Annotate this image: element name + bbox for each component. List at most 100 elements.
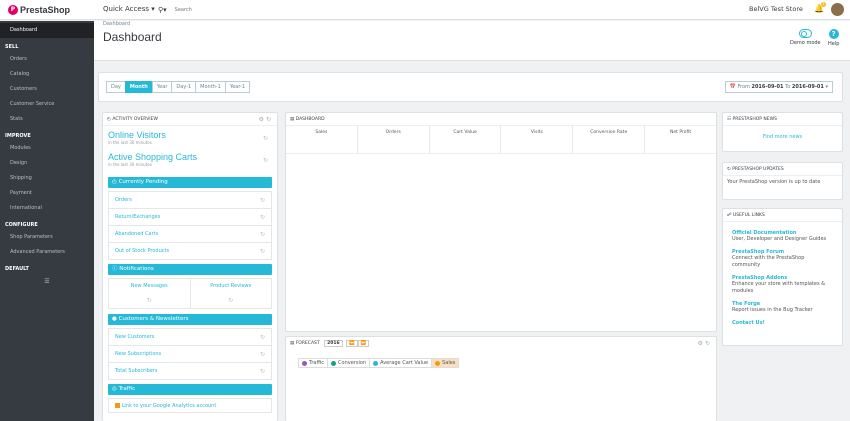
currently-pending-header: ◴ Currently Pending (108, 177, 272, 188)
help-label: Help (828, 41, 840, 47)
sidebar-item-design[interactable]: Design (0, 156, 94, 171)
help-button[interactable]: ? Help (828, 29, 839, 47)
sidebar-item-orders[interactable]: Orders (0, 52, 94, 67)
legend-sales[interactable]: Sales (431, 358, 460, 368)
chart-icon: ▤ (290, 117, 295, 122)
employee-avatar[interactable] (831, 3, 844, 16)
date-range-picker[interactable]: 📅 From 2016-09-01 To 2016-09-01 ▾ (724, 81, 833, 93)
prestashop-addons-desc: Enhance your store with templates & modu… (732, 281, 826, 294)
active-carts-block: Active Shopping Carts in the last 30 min… (108, 152, 272, 177)
sidebar-item-modules[interactable]: Modules (0, 141, 94, 156)
updates-panel-header: ↻ PrestaShop Updates (723, 163, 842, 176)
pending-returns-row[interactable]: Return/Exchanges ↻ (108, 209, 272, 226)
refresh-icon: ↻ (146, 297, 152, 304)
active-carts-note: in the last 30 minutes (108, 162, 152, 167)
sidebar-item-advanced-parameters[interactable]: Advanced Parameters (0, 245, 94, 260)
logo-icon: P (8, 5, 18, 15)
globe-icon: ◎ (112, 386, 117, 392)
rss-icon: ☷ (727, 117, 732, 122)
search-icon[interactable]: ⚲▾ (158, 6, 167, 14)
dashboard-activity-panel: ▤ Dashboard Sales Orders Cart Value Visi… (285, 112, 717, 332)
sidebar-section-sell: SELL (5, 44, 19, 50)
tab-sales[interactable]: Sales (286, 126, 358, 153)
tab-conversion-rate[interactable]: Conversion Rate (573, 126, 646, 153)
period-day-1-button[interactable]: Day-1 (171, 81, 197, 93)
prestashop-logo[interactable]: P PrestaShop (8, 4, 70, 16)
sidebar-item-customer-service[interactable]: Customer Service (0, 97, 94, 112)
updates-status-text: Your PrestaShop version is up to date (727, 179, 821, 185)
sidebar-nav: Dashboard SELL Orders Catalog Customers … (0, 21, 94, 421)
caret-down-icon: ▾ (151, 5, 155, 13)
legend-conversion-label: Conversion (338, 360, 367, 366)
quick-access-label: Quick Access (103, 5, 149, 13)
period-day-button[interactable]: Day (106, 81, 126, 93)
previous-year-button[interactable]: ⏪ (346, 340, 358, 347)
collapse-menu-icon[interactable]: ☰ (0, 278, 94, 285)
sidebar-item-stats[interactable]: Stats (0, 112, 94, 127)
demo-mode-button[interactable]: Demo mode (790, 29, 821, 46)
sidebar-item-payment[interactable]: Payment (0, 186, 94, 201)
info-icon: ⓘ (112, 266, 118, 272)
product-reviews-label: Product Reviews (210, 283, 252, 289)
pending-orders-row[interactable]: Orders ↻ (108, 192, 272, 209)
legend-conversion[interactable]: Conversion (327, 358, 371, 368)
sidebar-item-international[interactable]: International (0, 201, 94, 216)
quick-access-dropdown[interactable]: Quick Access ▾ (103, 5, 155, 13)
panel-tools[interactable]: ⚙↻ (698, 337, 712, 350)
product-reviews-cell[interactable]: Product Reviews ↻ (191, 279, 272, 308)
period-year-button[interactable]: Year (151, 81, 173, 93)
useful-link-item: PrestaShop Forum Connect with the Presta… (732, 249, 833, 269)
notifications-header: ⓘ Notifications (108, 264, 272, 275)
activity-overview-panel: ◴ Activity overview ⚙↻ Online Visitors i… (102, 112, 278, 421)
new-subscriptions-row[interactable]: New Subscriptions ↻ (108, 346, 272, 363)
legend-traffic[interactable]: Traffic (298, 358, 329, 368)
google-analytics-link[interactable]: Link to your Google Analytics account (108, 398, 272, 413)
chart-icon: ▤ (290, 341, 295, 346)
page-title: Dashboard (103, 30, 162, 44)
new-customers-row[interactable]: New Customers ↻ (108, 329, 272, 346)
period-month-button[interactable]: Month (124, 81, 153, 93)
notification-badge: 1 (821, 2, 826, 7)
forecast-panel-header: ▤ Forecast 2016 ⏪ ⏩ ⚙↻ (286, 337, 716, 350)
dashboard-panel-title: Dashboard (295, 117, 325, 122)
panel-tools[interactable]: ⚙↻ (259, 113, 273, 126)
tab-net-profit[interactable]: Net Profit (645, 126, 716, 153)
abandoned-carts-row[interactable]: Abandoned Carts ↻ (108, 226, 272, 243)
sidebar-item-shop-parameters[interactable]: Shop Parameters (0, 230, 94, 245)
period-month-1-button[interactable]: Month-1 (195, 81, 226, 93)
find-more-news-link[interactable]: Find more news (763, 134, 802, 140)
out-of-stock-row[interactable]: Out of Stock Products ↻ (108, 243, 272, 260)
customers-newsletters-header: ● Customers & Newsletters (108, 314, 272, 325)
refresh-icon[interactable]: ↻ (263, 135, 268, 142)
store-name-link[interactable]: BelVG Test Store (749, 5, 803, 13)
dashboard-kpi-tabs: Sales Orders Cart Value Visits Conversio… (286, 126, 716, 154)
online-visitors-note: in the last 30 minutes (108, 140, 152, 145)
forecast-panel: ▤ Forecast 2016 ⏪ ⏩ ⚙↻ Traffic Conversion… (285, 336, 717, 421)
sidebar-item-dashboard[interactable]: Dashboard (0, 23, 94, 38)
tab-orders[interactable]: Orders (358, 126, 430, 153)
updates-title: PrestaShop Updates (732, 167, 784, 172)
sidebar-item-shipping[interactable]: Shipping (0, 171, 94, 186)
online-visitors-block: Online Visitors in the last 30 minutes ↻ (108, 130, 272, 152)
total-subscribers-row[interactable]: Total Subscribers ↻ (108, 363, 272, 380)
sidebar-item-customers[interactable]: Customers (0, 82, 94, 97)
breadcrumb[interactable]: Dashboard (103, 21, 130, 27)
new-messages-cell[interactable]: New Messages ↻ (109, 279, 191, 308)
prestashop-news-panel: ☷ PrestaShop News Find more news (722, 112, 843, 152)
sidebar-item-catalog[interactable]: Catalog (0, 67, 94, 82)
useful-link-item: Official Documentation User, Developer a… (732, 230, 833, 243)
sales-dot-icon (435, 360, 441, 366)
refresh-icon[interactable]: ↻ (263, 157, 268, 164)
customers-title: Customers & Newsletters (118, 316, 189, 322)
contact-us-link[interactable]: Contact Us! (732, 320, 833, 326)
search-bar[interactable]: ⚲▾ (158, 4, 266, 15)
search-input[interactable] (174, 6, 255, 13)
period-year-1-button[interactable]: Year-1 (224, 81, 251, 93)
tab-visits[interactable]: Visits (501, 126, 574, 153)
notifications-split: New Messages ↻ Product Reviews ↻ (108, 278, 272, 309)
legend-average-cart-value[interactable]: Average Cart Value (369, 358, 433, 368)
tab-cart-value[interactable]: Cart Value (430, 126, 502, 153)
sidebar-section-default: DEFAULT (5, 266, 29, 272)
next-year-button[interactable]: ⏩ (357, 340, 370, 347)
legend-average-cart-value-label: Average Cart Value (380, 360, 429, 366)
